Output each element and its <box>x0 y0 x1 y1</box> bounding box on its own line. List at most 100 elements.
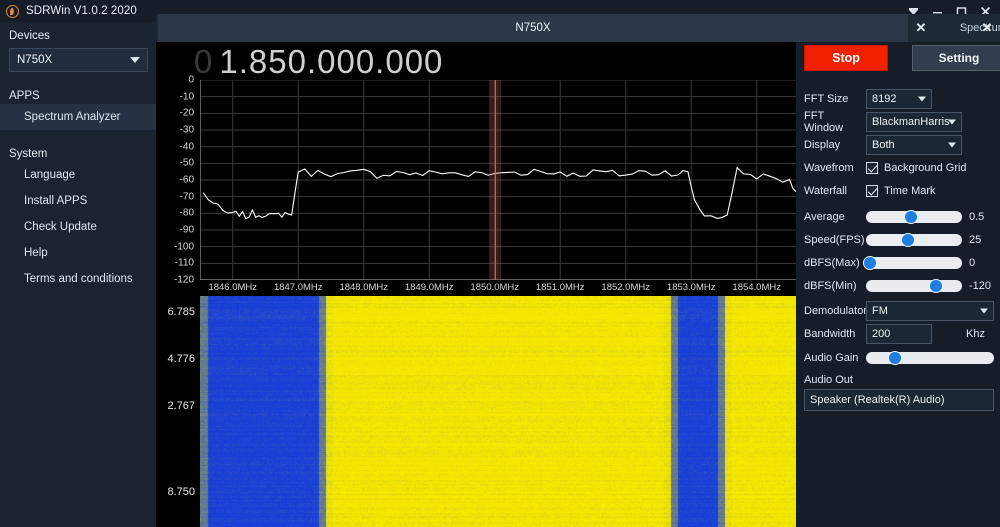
sdrwin-app-window: SDRWin V1.0.2 2020 Devices N750X APPS Sp… <box>0 0 1000 527</box>
time-mark-checkbox[interactable] <box>866 185 878 197</box>
sidebar-item-install-apps[interactable]: Install APPS <box>0 188 156 214</box>
time-mark-label: Time Mark <box>884 185 936 197</box>
y-axis-tick-label: -110 <box>175 258 194 269</box>
flame-logo-icon <box>6 5 19 18</box>
y-axis-tick-label: 0 <box>188 75 194 86</box>
background-grid-label: Background Grid <box>884 162 967 174</box>
audio-gain-label: Audio Gain <box>804 352 866 364</box>
slider-knob[interactable] <box>888 351 902 365</box>
chevron-down-icon <box>948 120 956 125</box>
device-select-value: N750X <box>10 54 52 66</box>
stop-button[interactable]: Stop <box>804 45 888 71</box>
fft-window-select[interactable]: BlackmanHarris <box>866 112 962 132</box>
tab-label: N750X <box>515 22 550 34</box>
x-axis-tick-label: 1849.0MHz <box>405 282 454 293</box>
dbfs-max-slider[interactable] <box>866 257 962 269</box>
frequency-marker-line <box>495 80 497 280</box>
waterfall-label: Waterfall <box>804 185 866 197</box>
waterfall-panel[interactable]: 6.7854.7762.7678.750 <box>156 296 796 527</box>
x-axis-tick-label: 1853.0MHz <box>667 282 716 293</box>
sidebar-item-label: Install APPS <box>24 195 87 207</box>
y-axis-tick-label: -120 <box>174 275 194 286</box>
x-axis-tick-label: 1846.0MHz <box>208 282 257 293</box>
background-grid-checkbox[interactable] <box>866 162 878 174</box>
tab-bar: N750X ✕ Spectrum Analyzer ✕ <box>156 14 1000 42</box>
spectrum-panel[interactable]: 0 1.850.000.000 0-10-20-30-40-50-60-70-8… <box>156 42 796 296</box>
speed-slider[interactable] <box>866 234 962 246</box>
average-slider[interactable] <box>866 211 962 223</box>
y-axis-tick-label: -60 <box>180 175 194 186</box>
waterfall-time-label: 6.785 <box>167 306 195 318</box>
display-row: Display Both <box>804 134 1000 156</box>
bandwidth-label: Bandwidth <box>804 328 866 340</box>
sidebar-item-spectrum-analyzer[interactable]: Spectrum Analyzer <box>0 104 156 130</box>
dbfs-min-slider[interactable] <box>866 280 962 292</box>
sidebar-item-label: Spectrum Analyzer <box>24 111 121 123</box>
x-axis-tick-label: 1852.0MHz <box>601 282 650 293</box>
waveform-row: Wavefrom Background Grid <box>804 157 1000 179</box>
dbfs-min-label: dBFS(Min) <box>804 280 866 292</box>
y-axis-tick-label: -70 <box>180 191 194 202</box>
speed-label: Speed(FPS) <box>804 234 866 246</box>
display-value: Both <box>867 139 895 151</box>
sidebar: Devices N750X APPS Spectrum Analyzer Sys… <box>0 22 156 527</box>
average-row: Average 0.5 <box>804 206 1000 228</box>
devices-label: Devices <box>0 22 156 46</box>
fft-size-label: FFT Size <box>804 93 866 105</box>
waterfall-time-label: 4.776 <box>167 353 195 365</box>
demodulator-row: Demodulator FM <box>804 300 1000 322</box>
sidebar-item-terms-and-conditions[interactable]: Terms and conditions <box>0 266 156 292</box>
display-select[interactable]: Both <box>866 135 962 155</box>
audio-out-select[interactable]: Speaker (Realtek(R) Audio) <box>804 389 994 411</box>
sidebar-item-check-update[interactable]: Check Update <box>0 214 156 240</box>
audio-gain-slider[interactable] <box>866 352 994 364</box>
dbfs-max-row: dBFS(Max) 0 <box>804 252 1000 274</box>
dbfs-max-value: 0 <box>969 257 975 269</box>
sidebar-item-label: Help <box>24 247 48 259</box>
y-axis-tick-label: -100 <box>174 241 194 252</box>
average-value: 0.5 <box>969 211 984 223</box>
slider-knob[interactable] <box>863 256 877 270</box>
slider-knob[interactable] <box>901 233 915 247</box>
sidebar-item-help[interactable]: Help <box>0 240 156 266</box>
y-axis-tick-label: -50 <box>180 158 194 169</box>
device-select[interactable]: N750X <box>9 48 148 72</box>
bandwidth-unit: Khz <box>966 328 985 340</box>
average-label: Average <box>804 211 866 223</box>
x-axis-tick-label: 1847.0MHz <box>274 282 323 293</box>
tab-n750x[interactable]: N750X <box>158 14 908 42</box>
slider-knob[interactable] <box>904 210 918 224</box>
fft-window-row: FFT Window BlackmanHarris <box>804 111 1000 133</box>
bandwidth-row: Bandwidth 200 Khz <box>804 323 1000 345</box>
y-axis-tick-label: -10 <box>180 91 194 102</box>
apps-section-label: APPS <box>0 72 156 104</box>
slider-knob[interactable] <box>929 279 943 293</box>
bandwidth-input[interactable]: 200 <box>866 324 932 344</box>
waterfall-display[interactable] <box>200 296 796 527</box>
demodulator-value: FM <box>867 305 888 317</box>
sidebar-item-label: Language <box>24 169 75 181</box>
spectrum-y-axis: 0-10-20-30-40-50-60-70-80-90-100-110-120 <box>156 80 198 280</box>
fft-size-value: 8192 <box>867 93 896 105</box>
audio-gain-row: Audio Gain <box>804 347 1000 369</box>
chevron-down-icon <box>980 309 988 314</box>
audio-out-value: Speaker (Realtek(R) Audio) <box>805 394 945 406</box>
waterfall-time-label: 8.750 <box>167 486 195 498</box>
speed-row: Speed(FPS) 25 <box>804 229 1000 251</box>
dbfs-max-label: dBFS(Max) <box>804 257 866 269</box>
setting-button[interactable]: Setting <box>912 45 1000 71</box>
sidebar-item-language[interactable]: Language <box>0 162 156 188</box>
fft-window-label: FFT Window <box>804 110 866 134</box>
y-axis-tick-label: -30 <box>180 125 194 136</box>
chevron-down-icon <box>130 57 140 63</box>
fft-size-select[interactable]: 8192 <box>866 89 932 109</box>
app-title: SDRWin V1.0.2 2020 <box>26 5 137 17</box>
fft-size-row: FFT Size 8192 <box>804 88 1000 110</box>
frequency-display[interactable]: 0 1.850.000.000 <box>156 42 796 80</box>
y-axis-tick-label: -40 <box>180 141 194 152</box>
tab-close-icon[interactable]: ✕ <box>974 14 1000 42</box>
demodulator-select[interactable]: FM <box>866 301 994 321</box>
x-axis-tick-label: 1854.0MHz <box>732 282 781 293</box>
display-label: Display <box>804 139 866 151</box>
sidebar-item-label: Terms and conditions <box>24 273 133 285</box>
